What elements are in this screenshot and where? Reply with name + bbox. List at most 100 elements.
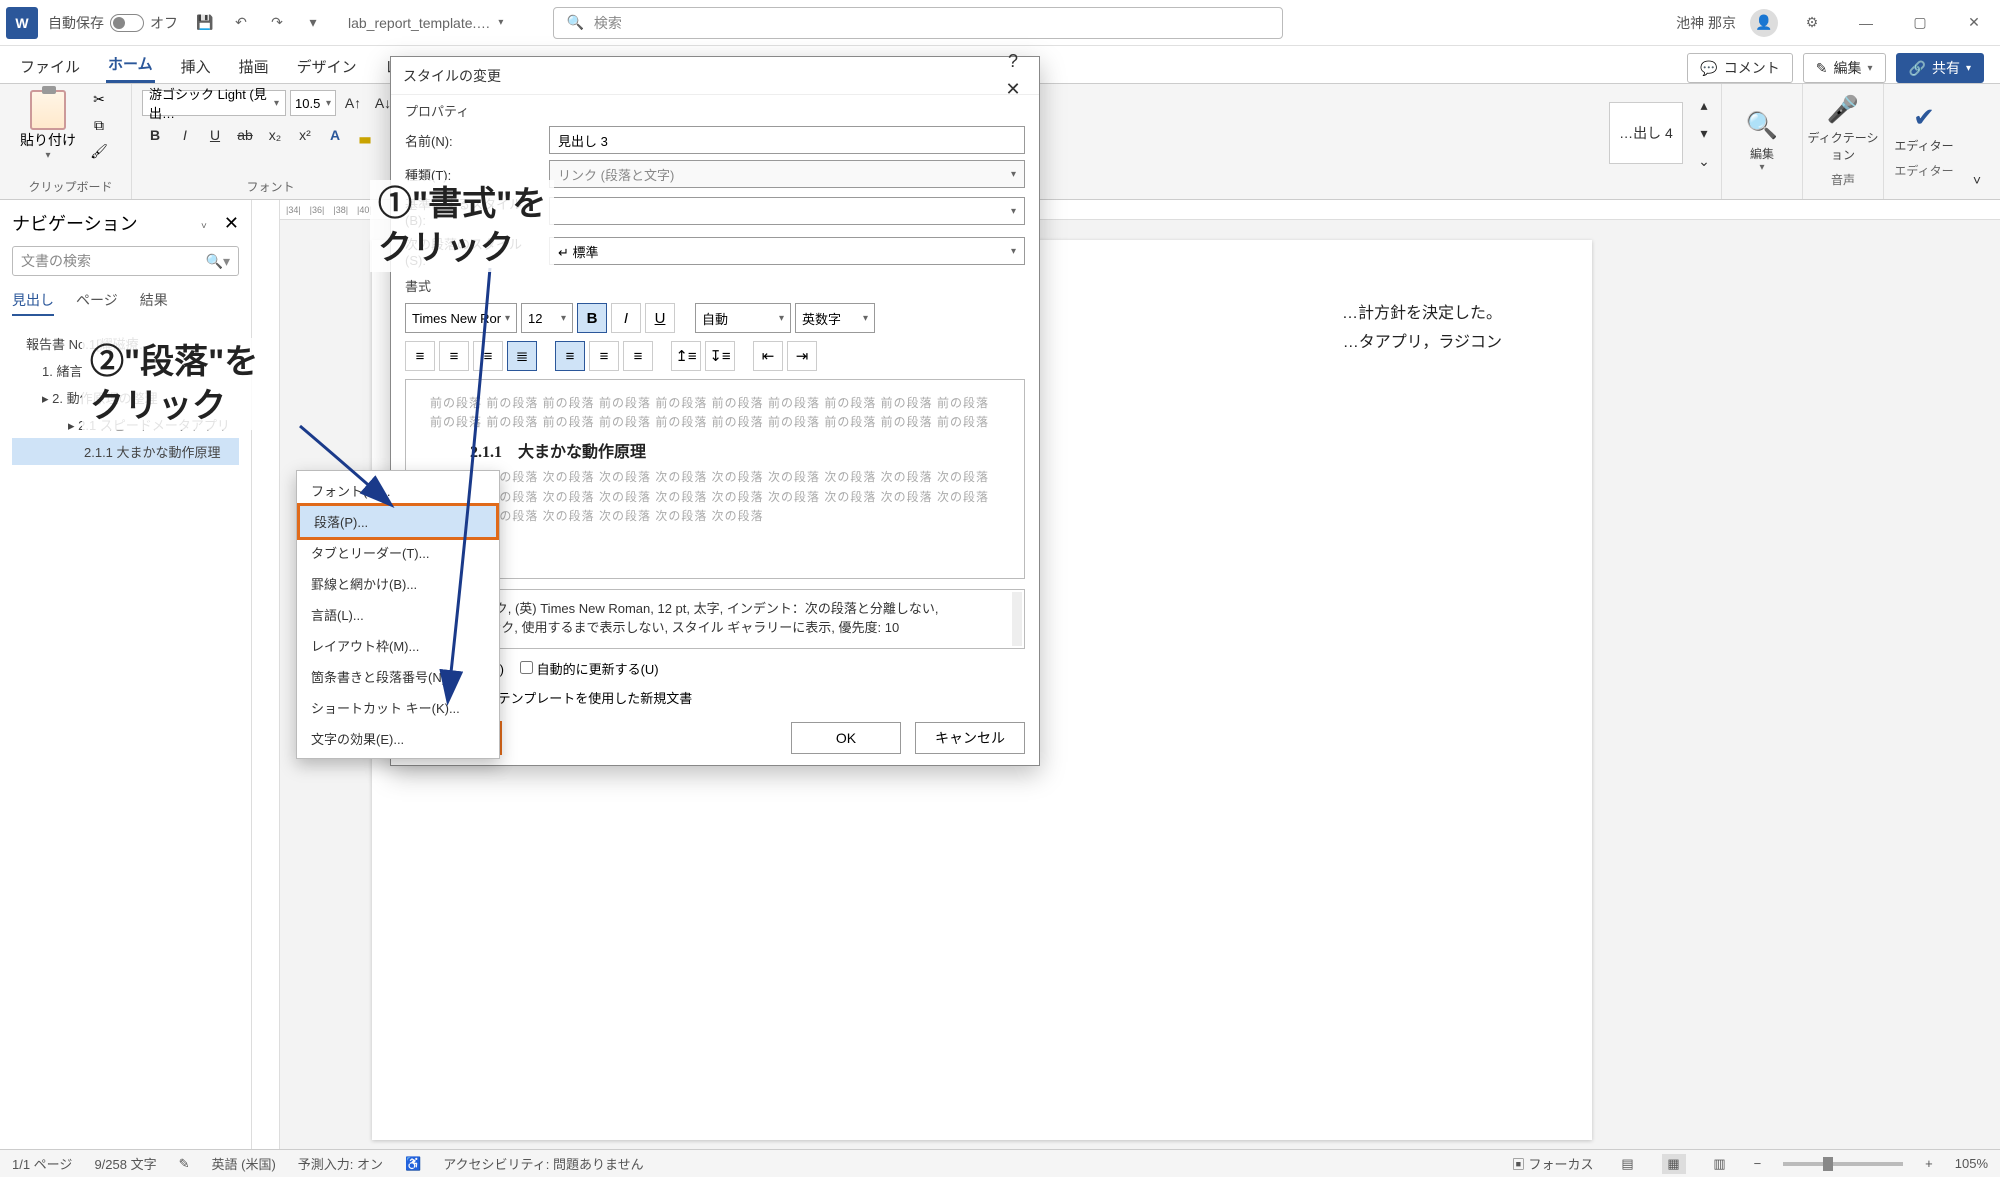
ribbon-collapse-icon[interactable]: ˅	[1964, 167, 1990, 193]
document-title[interactable]: lab_report_template.… ▾	[348, 15, 503, 31]
view-print-icon[interactable]: ▦	[1662, 1154, 1686, 1174]
line-spacing-2-icon[interactable]: ≡	[623, 341, 653, 371]
font-size-combo[interactable]: 10.5▾	[290, 90, 336, 116]
menu-shortcut[interactable]: ショートカット キー(K)...	[297, 692, 499, 723]
editor-group[interactable]: ✔ エディター エディター	[1884, 84, 1964, 199]
nav-search-input[interactable]: 文書の検索 🔍▾	[12, 246, 239, 276]
tree-item-selected[interactable]: 2.1.1 大まかな動作原理	[12, 438, 239, 465]
copy-icon[interactable]: ⧉	[90, 116, 108, 134]
menu-border[interactable]: 罫線と網かけ(B)...	[297, 568, 499, 599]
help-icon[interactable]: ?	[999, 48, 1027, 76]
menu-frame[interactable]: レイアウト枠(M)...	[297, 630, 499, 661]
tab-draw[interactable]: 描画	[237, 50, 271, 83]
editing-group[interactable]: 🔍 編集 ▾	[1722, 84, 1802, 199]
space-before-icon[interactable]: ↥≡	[671, 341, 701, 371]
window-minimize-icon[interactable]: —	[1846, 7, 1886, 39]
undo-icon[interactable]: ↶	[230, 12, 252, 34]
line-spacing-1-icon[interactable]: ≡	[555, 341, 585, 371]
dictation-group[interactable]: 🎤 ディクテーション 音声	[1803, 84, 1883, 199]
view-web-icon[interactable]: ▥	[1708, 1154, 1732, 1174]
status-words[interactable]: 9/258 文字	[94, 1154, 156, 1173]
status-page[interactable]: 1/1 ページ	[12, 1154, 72, 1173]
ribbon-options-icon[interactable]: ⚙	[1792, 7, 1832, 39]
menu-font[interactable]: フォント(F)...	[297, 475, 499, 506]
align-center-icon[interactable]: ≡	[439, 341, 469, 371]
cut-icon[interactable]: ✂	[90, 90, 108, 108]
qat-customize-icon[interactable]: ▾	[302, 12, 324, 34]
format-bold-icon[interactable]: B	[577, 303, 607, 333]
decrease-indent-icon[interactable]: ⇤	[753, 341, 783, 371]
cancel-button[interactable]: キャンセル	[915, 722, 1025, 754]
based-on-combo[interactable]: ▾	[549, 197, 1025, 225]
increase-indent-icon[interactable]: ⇥	[787, 341, 817, 371]
superscript-icon[interactable]: x²	[292, 122, 318, 148]
save-icon[interactable]: 💾	[194, 12, 216, 34]
tab-insert[interactable]: 挿入	[179, 50, 213, 83]
user-avatar-icon[interactable]: 👤	[1750, 9, 1778, 37]
italic-icon[interactable]: I	[172, 122, 198, 148]
search-input[interactable]: 🔍 検索	[553, 7, 1283, 39]
subscript-icon[interactable]: x₂	[262, 122, 288, 148]
gallery-more-icon[interactable]: ⌄	[1691, 148, 1717, 174]
align-right-icon[interactable]: ≡	[473, 341, 503, 371]
text-effects-icon[interactable]: A	[322, 122, 348, 148]
grow-font-icon[interactable]: A↑	[340, 90, 366, 116]
comments-button[interactable]: 💬 コメント	[1687, 53, 1792, 83]
zoom-slider[interactable]	[1783, 1162, 1903, 1166]
menu-numbering[interactable]: 箇条書きと段落番号(N)...	[297, 661, 499, 692]
gallery-up-icon[interactable]: ▴	[1691, 92, 1717, 118]
window-close-icon[interactable]: ✕	[1954, 7, 1994, 39]
line-spacing-15-icon[interactable]: ≡	[589, 341, 619, 371]
share-button[interactable]: 🔗 共有 ▾	[1896, 53, 1984, 83]
zoom-level[interactable]: 105%	[1955, 1156, 1988, 1171]
status-spellcheck-icon[interactable]: ✎	[179, 1156, 190, 1172]
scrollbar[interactable]	[1012, 592, 1022, 646]
format-script-combo[interactable]: 英数字▾	[795, 303, 875, 333]
status-accessibility[interactable]: アクセシビリティ: 問題ありません	[443, 1154, 643, 1173]
font-name-combo[interactable]: 游ゴシック Light (見出…▾	[142, 90, 286, 116]
focus-mode-button[interactable]: ▣ フォーカス	[1512, 1154, 1594, 1173]
menu-tabs[interactable]: タブとリーダー(T)...	[297, 537, 499, 568]
space-after-icon[interactable]: ↧≡	[705, 341, 735, 371]
format-underline-icon[interactable]: U	[645, 303, 675, 333]
bold-icon[interactable]: B	[142, 122, 168, 148]
paste-button[interactable]: 貼り付け ▾	[20, 90, 76, 161]
format-font-combo[interactable]: Times New Ror▾	[405, 303, 517, 333]
menu-texteffect[interactable]: 文字の効果(E)...	[297, 723, 499, 754]
tab-home[interactable]: ホーム	[106, 47, 155, 83]
view-read-icon[interactable]: ▤	[1616, 1154, 1640, 1174]
toggle-switch-icon[interactable]	[110, 14, 144, 32]
format-painter-icon[interactable]: 🖌	[90, 142, 108, 160]
autosave-toggle[interactable]: 自動保存 オフ	[48, 13, 178, 33]
auto-update-checkbox[interactable]: 自動的に更新する(U)	[520, 659, 659, 678]
close-icon[interactable]: ✕	[999, 76, 1027, 104]
editing-mode-button[interactable]: ✎ 編集 ▾	[1803, 53, 1886, 83]
chevron-down-icon[interactable]: ˅	[201, 221, 207, 232]
redo-icon[interactable]: ↷	[266, 12, 288, 34]
format-size-combo[interactable]: 12▾	[521, 303, 573, 333]
status-predict[interactable]: 予測入力: オン	[298, 1154, 383, 1173]
status-language[interactable]: 英語 (米国)	[212, 1154, 276, 1173]
menu-language[interactable]: 言語(L)...	[297, 599, 499, 630]
tab-file[interactable]: ファイル	[18, 50, 82, 83]
align-justify-icon[interactable]: ≣	[507, 341, 537, 371]
next-style-combo[interactable]: ↵ 標準▾	[549, 237, 1025, 265]
style-heading4-thumb[interactable]: …出し 4	[1609, 102, 1683, 164]
strike-icon[interactable]: ab	[232, 122, 258, 148]
ok-button[interactable]: OK	[791, 722, 901, 754]
format-italic-icon[interactable]: I	[611, 303, 641, 333]
window-maximize-icon[interactable]: ▢	[1900, 7, 1940, 39]
underline-icon[interactable]: U	[202, 122, 228, 148]
menu-paragraph[interactable]: 段落(P)...	[297, 503, 499, 540]
format-color-combo[interactable]: 自動▾	[695, 303, 791, 333]
nav-tab-headings[interactable]: 見出し	[12, 290, 54, 316]
zoom-in-icon[interactable]: +	[1925, 1156, 1933, 1171]
style-name-input[interactable]: 見出し 3	[549, 126, 1025, 154]
gallery-down-icon[interactable]: ▾	[1691, 120, 1717, 146]
nav-tab-pages[interactable]: ページ	[76, 290, 118, 316]
tab-design[interactable]: デザイン	[295, 50, 359, 83]
close-icon[interactable]: ✕	[224, 213, 239, 233]
zoom-out-icon[interactable]: −	[1754, 1156, 1762, 1171]
align-left-icon[interactable]: ≡	[405, 341, 435, 371]
nav-tab-results[interactable]: 結果	[140, 290, 168, 316]
